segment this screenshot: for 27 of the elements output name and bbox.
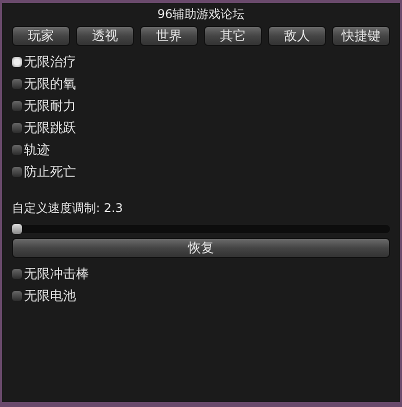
- checkbox[interactable]: [12, 123, 22, 133]
- checkbox[interactable]: [12, 79, 22, 89]
- option-label: 轨迹: [24, 142, 50, 159]
- option-label: 无限跳跃: [24, 120, 76, 137]
- speed-label: 自定义速度调制: 2.3: [12, 200, 124, 217]
- reset-button[interactable]: 恢复: [12, 238, 390, 258]
- checkbox[interactable]: [12, 167, 22, 177]
- option-label: 无限的氧: [24, 76, 76, 93]
- tab[interactable]: 其它: [204, 26, 262, 46]
- tab[interactable]: 快捷键: [332, 26, 390, 46]
- option-label: 无限治疗: [24, 54, 76, 71]
- window-title: 96辅助游戏论坛: [156, 6, 246, 23]
- speed-slider[interactable]: [12, 225, 390, 233]
- slider-thumb[interactable]: [12, 224, 22, 234]
- checkbox[interactable]: [12, 291, 22, 301]
- tab[interactable]: 敌人: [268, 26, 326, 46]
- checkbox[interactable]: [12, 57, 22, 67]
- option-label: 无限冲击棒: [24, 266, 89, 283]
- checkbox[interactable]: [12, 269, 22, 279]
- tab[interactable]: 透视: [76, 26, 134, 46]
- tab[interactable]: 玩家: [12, 26, 70, 46]
- option-label: 无限耐力: [24, 98, 76, 115]
- option-label: 无限电池: [24, 288, 76, 305]
- checkbox[interactable]: [12, 101, 22, 111]
- checkbox[interactable]: [12, 145, 22, 155]
- tab[interactable]: 世界: [140, 26, 198, 46]
- option-label: 防止死亡: [24, 164, 76, 181]
